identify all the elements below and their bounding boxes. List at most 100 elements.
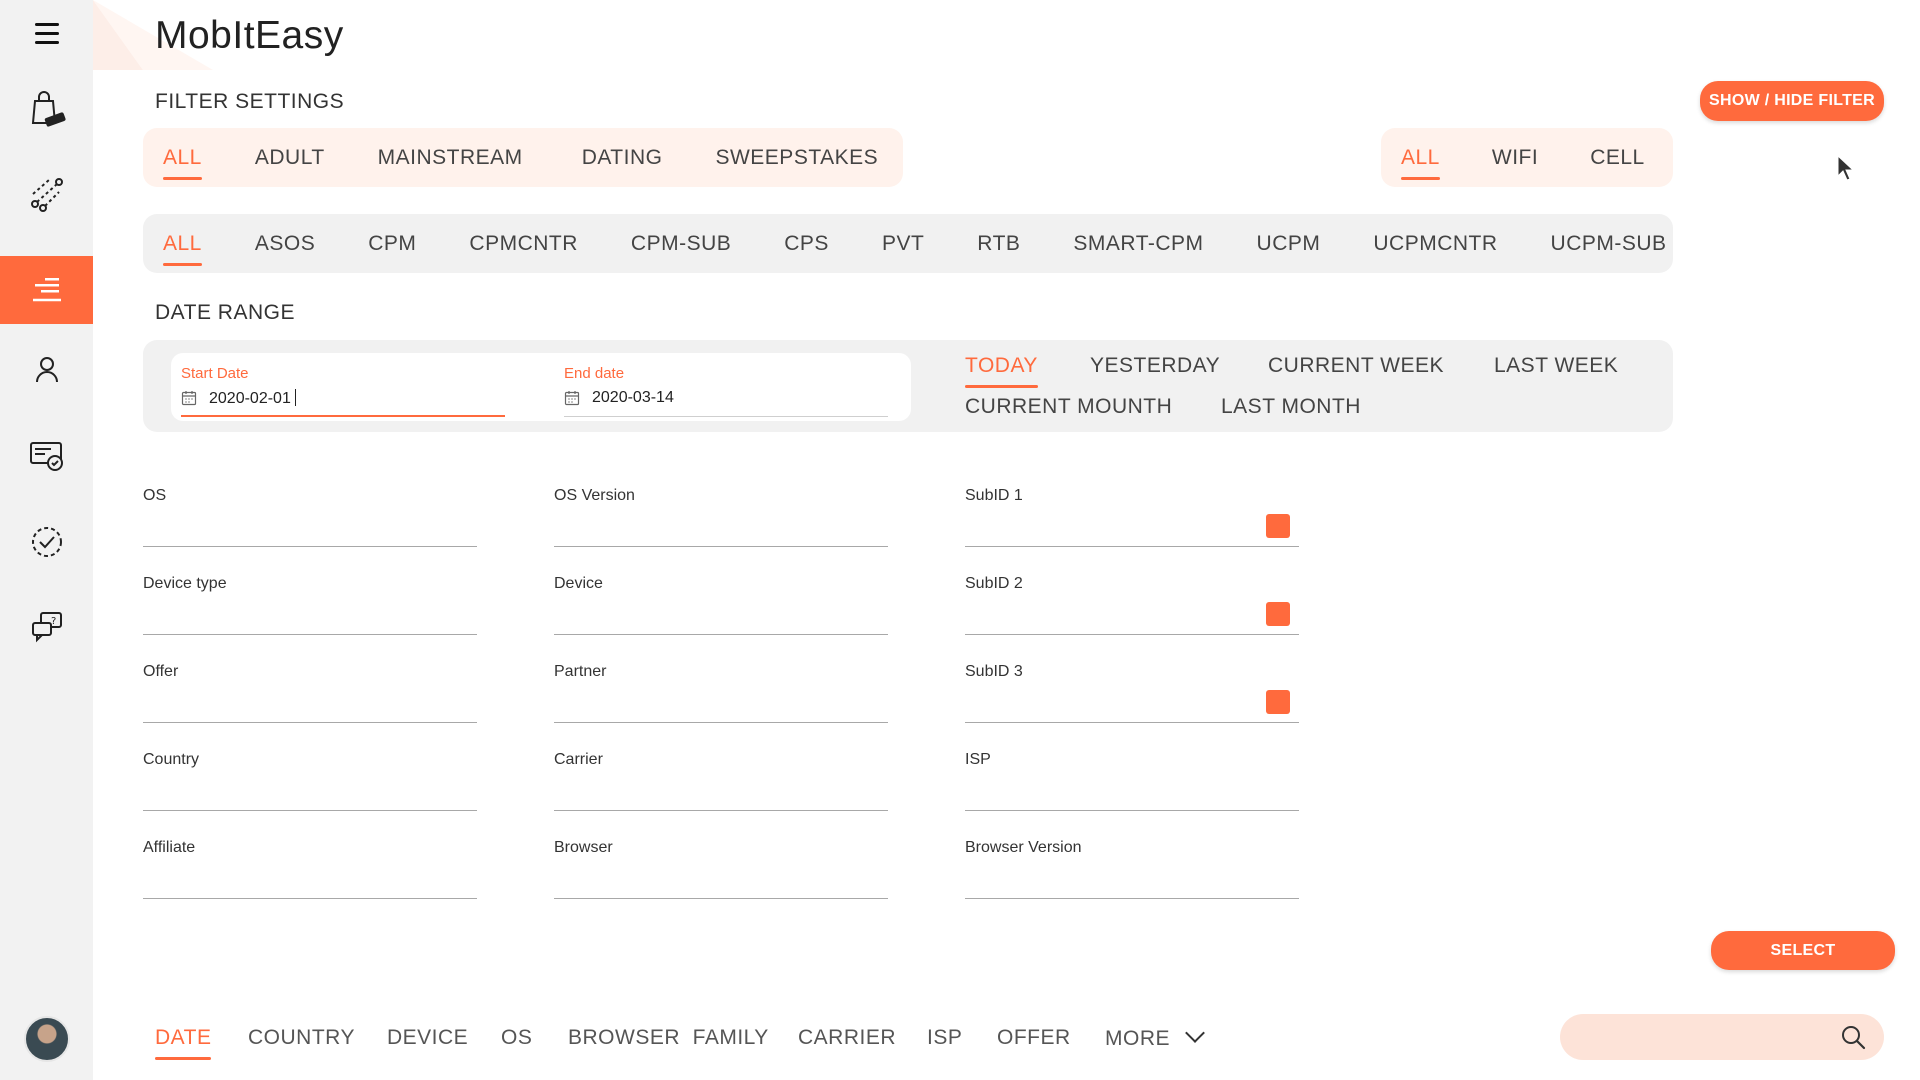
country-field[interactable]: Country [143, 751, 477, 811]
range-chip-current-month[interactable]: CURRENT MOUNTH [965, 395, 1172, 419]
subid2-field[interactable]: SubID 2 [965, 575, 1299, 635]
range-chip-current-week[interactable]: CURRENT WEEK [1268, 354, 1444, 378]
start-date-label: Start Date [181, 365, 249, 382]
field-underline [554, 634, 888, 635]
search-input[interactable] [1580, 1014, 1830, 1060]
sidebar-item-support[interactable]: ? [0, 593, 93, 661]
start-date-input[interactable]: 2020-02-01 [209, 389, 296, 408]
os-version-field[interactable]: OS Version [554, 487, 888, 547]
pricing-chip-smart-cpm[interactable]: SMART-CPM [1073, 232, 1203, 256]
tab-offer[interactable]: OFFER [997, 1026, 1071, 1050]
affiliate-field[interactable]: Affiliate [143, 839, 477, 899]
sidebar-item-reports[interactable] [0, 256, 93, 324]
range-chip-last-month[interactable]: LAST MONTH [1221, 395, 1361, 419]
range-chip-today[interactable]: TODAY [965, 354, 1038, 388]
connection-chip-all[interactable]: ALL [1401, 146, 1440, 180]
tab-browser-family[interactable]: BROWSER FAMILY [568, 1026, 769, 1050]
show-hide-filter-button[interactable]: SHOW / HIDE FILTER [1700, 81, 1884, 121]
pricing-chip-cpm[interactable]: CPM [368, 232, 416, 256]
subid3-toggle[interactable] [1266, 690, 1290, 714]
svg-text:?: ? [51, 616, 56, 627]
category-filter-bar: ALL ADULT MAINSTREAM DATING SWEEPSTAKES [143, 128, 903, 187]
tab-more[interactable]: MORE [1105, 1023, 1205, 1051]
tab-country[interactable]: COUNTRY [248, 1026, 355, 1050]
device-field[interactable]: Device [554, 575, 888, 635]
pricing-chip-ucpm[interactable]: UCPM [1257, 232, 1321, 256]
end-date-input[interactable]: 2020-03-14 [592, 389, 674, 407]
sidebar-item-billing[interactable] [0, 421, 93, 489]
sidebar-item-network[interactable] [0, 160, 93, 228]
menu-button[interactable] [0, 0, 93, 68]
category-chip-sweepstakes[interactable]: SWEEPSTAKES [715, 146, 878, 170]
pricing-chip-cps[interactable]: CPS [784, 232, 829, 256]
device-type-label: Device type [143, 575, 227, 592]
range-chip-last-week[interactable]: LAST WEEK [1494, 354, 1618, 378]
field-underline [965, 898, 1299, 899]
search-icon[interactable] [1840, 1024, 1866, 1050]
pricing-chip-asos[interactable]: ASOS [255, 232, 315, 256]
start-date-field[interactable]: Start Date 2020-02-01 [171, 353, 505, 417]
sidebar-item-offers[interactable] [0, 75, 93, 143]
tab-more-label: MORE [1105, 1027, 1170, 1050]
subid2-toggle[interactable] [1266, 602, 1290, 626]
filter-settings-title: FILTER SETTINGS [155, 90, 345, 113]
tab-device[interactable]: DEVICE [387, 1026, 468, 1050]
search-box [1560, 1014, 1884, 1060]
subid1-toggle[interactable] [1266, 514, 1290, 538]
offer-field[interactable]: Offer [143, 663, 477, 723]
connection-filter-bar: ALL WIFI CELL [1381, 128, 1673, 187]
pricing-chip-pvt[interactable]: PVT [882, 232, 924, 256]
field-underline [143, 898, 477, 899]
start-date-value: 2020-02-01 [209, 390, 291, 407]
browser-field[interactable]: Browser [554, 839, 888, 899]
isp-field[interactable]: ISP [965, 751, 1299, 811]
carrier-label: Carrier [554, 751, 603, 768]
tab-os[interactable]: OS [501, 1026, 532, 1050]
field-underline [965, 634, 1299, 635]
avatar[interactable] [24, 1016, 70, 1062]
offer-bag-icon [31, 91, 66, 127]
pricing-chip-rtb[interactable]: RTB [977, 232, 1020, 256]
user-icon [35, 357, 58, 383]
range-chip-yesterday[interactable]: YESTERDAY [1090, 354, 1220, 378]
partner-label: Partner [554, 663, 607, 680]
sidebar-item-approvals[interactable] [0, 508, 93, 576]
category-chip-mainstream[interactable]: MAINSTREAM [378, 146, 523, 170]
pricing-chip-all[interactable]: ALL [163, 232, 202, 266]
sidebar: ? [0, 0, 93, 1080]
os-field[interactable]: OS [143, 487, 477, 547]
pricing-chip-ucpmcntr[interactable]: UCPMCNTR [1373, 232, 1497, 256]
category-chip-adult[interactable]: ADULT [255, 146, 325, 170]
tab-isp[interactable]: ISP [927, 1026, 962, 1050]
text-caret [294, 389, 296, 406]
pricing-chip-ucpm-sub[interactable]: UCPM-SUB [1551, 232, 1667, 256]
pricing-chip-cpm-sub[interactable]: CPM-SUB [631, 232, 731, 256]
isp-label: ISP [965, 751, 991, 768]
device-type-field[interactable]: Device type [143, 575, 477, 635]
browser-version-field[interactable]: Browser Version [965, 839, 1299, 899]
pricing-filter-bar: ALL ASOS CPM CPMCNTR CPM-SUB CPS PVT RTB… [143, 214, 1673, 273]
sidebar-item-users[interactable] [0, 336, 93, 404]
connection-chip-cell[interactable]: CELL [1590, 146, 1645, 170]
date-range-title: DATE RANGE [155, 301, 295, 324]
tab-carrier[interactable]: CARRIER [798, 1026, 896, 1050]
calendar-icon [181, 391, 197, 406]
offer-label: Offer [143, 663, 179, 680]
subid1-field[interactable]: SubID 1 [965, 487, 1299, 547]
carrier-field[interactable]: Carrier [554, 751, 888, 811]
subid3-field[interactable]: SubID 3 [965, 663, 1299, 723]
date-inputs-card: Start Date 2020-02-01 End date 2020-03-1… [171, 353, 911, 421]
field-underline [143, 810, 477, 811]
end-date-field[interactable]: End date 2020-03-14 [554, 353, 888, 417]
mouse-pointer-icon [1837, 154, 1855, 181]
category-chip-dating[interactable]: DATING [582, 146, 663, 170]
category-chip-all[interactable]: ALL [163, 146, 202, 180]
calendar-icon [564, 391, 580, 406]
connection-chip-wifi[interactable]: WIFI [1492, 146, 1538, 170]
pricing-chip-cpmcntr[interactable]: CPMCNTR [469, 232, 578, 256]
partner-field[interactable]: Partner [554, 663, 888, 723]
select-button[interactable]: SELECT [1711, 931, 1895, 970]
page-title: MobItEasy [155, 14, 344, 57]
subid1-label: SubID 1 [965, 487, 1023, 504]
tab-date[interactable]: DATE [155, 1026, 212, 1060]
